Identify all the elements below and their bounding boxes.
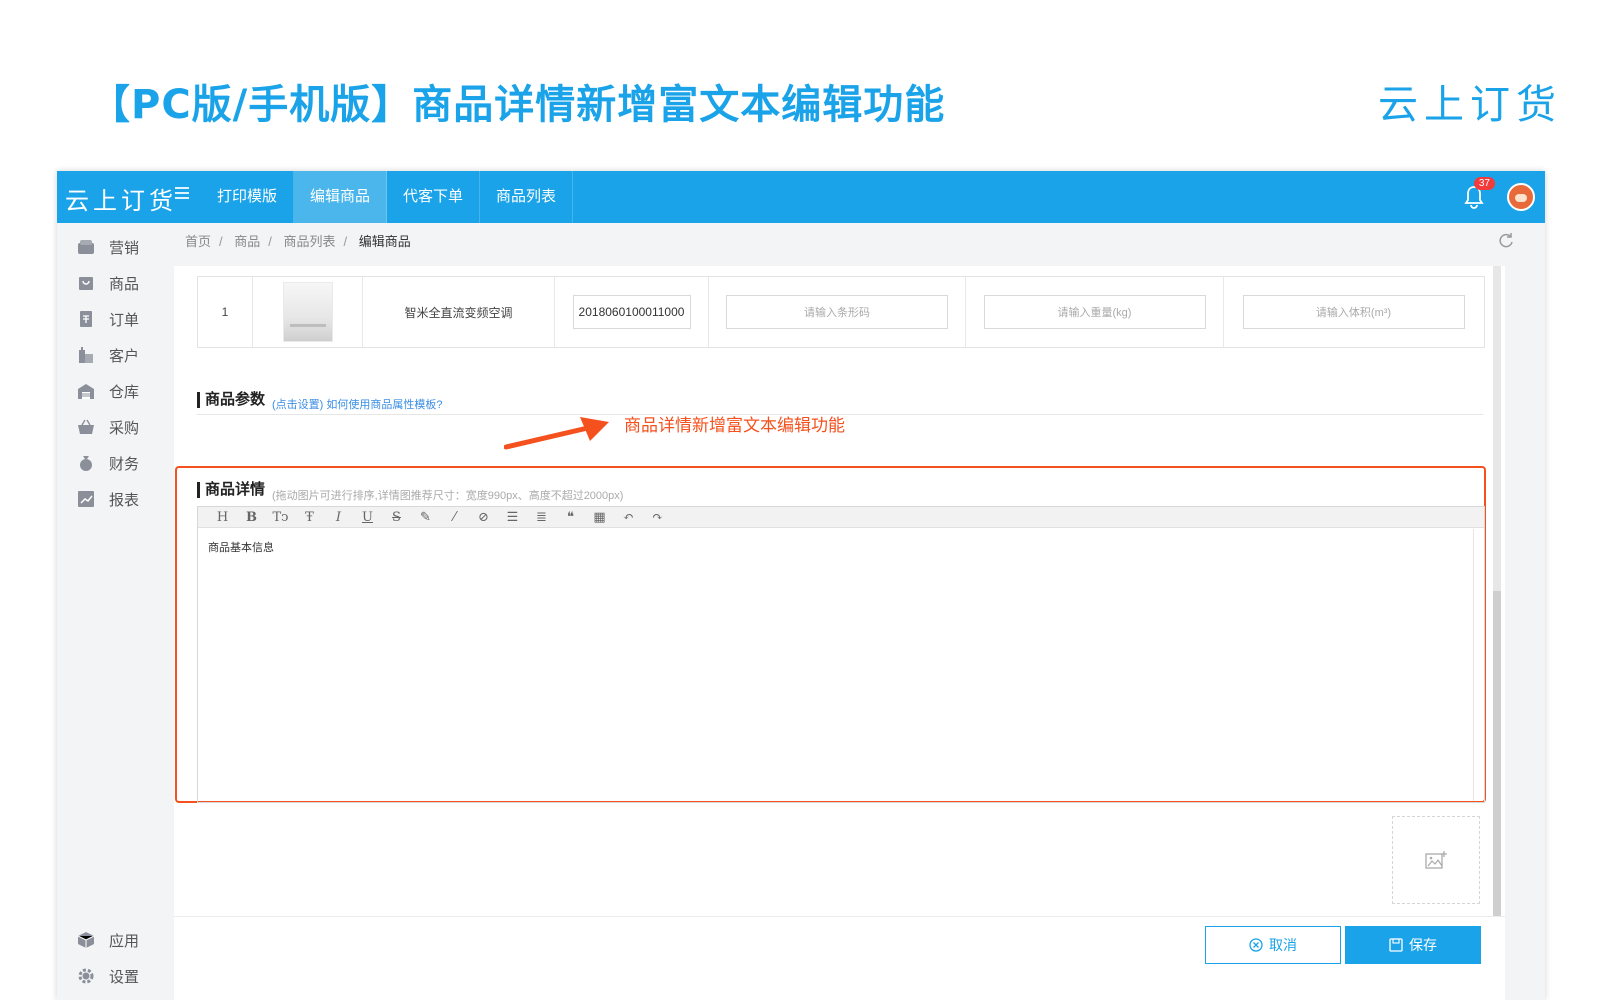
volume-cell: 请输入体积(m³) — [1224, 277, 1483, 347]
sidebar-item-apps[interactable]: 应用 — [77, 928, 139, 952]
product-code-cell: 2018060100011000 — [555, 277, 709, 347]
sidebar-item-label: 报表 — [109, 491, 140, 509]
tab-place-order[interactable]: 代客下单 — [387, 171, 481, 223]
sidebar-item-purchase[interactable]: 采购 — [77, 415, 139, 439]
sidebar-item-products[interactable]: 商品 — [77, 271, 139, 295]
sidebar-item-settings[interactable]: 设置 — [77, 964, 139, 988]
sidebar-item-customers[interactable]: 客户 — [77, 343, 139, 367]
product-thumbnail — [253, 277, 363, 347]
sidebar-item-label: 商品 — [109, 275, 140, 293]
strikethrough-button[interactable]: S — [382, 510, 411, 525]
weight-input[interactable]: 请输入重量(kg) — [983, 295, 1206, 329]
avatar[interactable] — [1507, 183, 1535, 211]
table-button[interactable]: ▦ — [585, 510, 614, 525]
cube-icon — [77, 931, 95, 949]
top-navbar: 云上订货 打印模版 编辑商品 代客下单 商品列表 37 — [57, 171, 1545, 223]
basket-icon — [77, 418, 95, 436]
bullet-list-button[interactable]: ☰ — [498, 510, 527, 525]
order-icon — [77, 310, 95, 328]
notification-badge: 37 — [1473, 177, 1495, 190]
weight-cell: 请输入重量(kg) — [966, 277, 1224, 347]
cancel-button[interactable]: 取消 — [1205, 926, 1341, 964]
font-size-button[interactable]: Tↄ — [266, 510, 295, 525]
tab-edit-product[interactable]: 编辑商品 — [294, 171, 388, 223]
tab-product-list[interactable]: 商品列表 — [480, 171, 574, 223]
volume-input[interactable]: 请输入体积(m³) — [1242, 295, 1465, 329]
details-hint: (拖动图片可进行排序,详情图推荐尺寸：宽度990px、高度不超过2000px) — [272, 490, 624, 502]
save-button[interactable]: 保存 — [1345, 926, 1481, 964]
brush-button[interactable]: ⁄ — [440, 510, 469, 525]
barcode-input[interactable]: 请输入条形码 — [726, 295, 948, 329]
underline-button[interactable]: U — [353, 510, 382, 525]
bold-button[interactable]: B — [237, 510, 266, 525]
rich-text-editor: H B Tↄ Ŧ I U S ✎ ⁄ ⊘ ☰ ≣ ❝ ▦ ↶ ↷ 商品基本信息 — [197, 506, 1485, 803]
bag-icon — [77, 274, 95, 292]
italic-button[interactable]: I — [324, 510, 353, 525]
main-content: 1 智米全直流变频空调 2018060100011000 请输入条形码 请输入重… — [174, 266, 1505, 1000]
footer-divider — [174, 916, 1505, 917]
sidebar-item-label: 财务 — [109, 455, 140, 473]
sidebar-item-label: 仓库 — [109, 383, 140, 401]
sidebar-item-label: 采购 — [109, 419, 140, 437]
link-button[interactable]: ⊘ — [469, 510, 498, 525]
sidebar-item-label: 客户 — [109, 347, 140, 365]
menu-icon[interactable] — [175, 187, 189, 199]
undo-button[interactable]: ↶ — [614, 510, 643, 525]
sidebar-item-finance[interactable]: 财务 — [77, 451, 139, 475]
breadcrumb-product-list[interactable]: 商品列表 — [284, 234, 336, 249]
barcode-cell: 请输入条形码 — [709, 277, 966, 347]
sidebar-item-orders[interactable]: 订单 — [77, 307, 139, 331]
add-image-icon — [1425, 851, 1447, 869]
moneybag-icon — [77, 454, 95, 472]
product-code-input[interactable]: 2018060100011000 — [572, 295, 691, 329]
details-title: 商品详情 — [197, 482, 265, 498]
align-button[interactable]: ≣ — [527, 510, 556, 525]
save-icon — [1389, 938, 1403, 952]
cancel-label: 取消 — [1269, 937, 1297, 953]
tab-bar: 打印模版 编辑商品 代客下单 商品列表 — [201, 171, 574, 223]
redo-button[interactable]: ↷ — [643, 510, 672, 525]
brand-logo: 云上订货 — [1378, 82, 1562, 128]
breadcrumb-current: 编辑商品 — [358, 234, 411, 249]
sidebar-item-warehouse[interactable]: 仓库 — [77, 379, 139, 403]
params-title: 商品参数 — [197, 392, 265, 408]
app-logo[interactable]: 云上订货 — [65, 181, 177, 216]
tab-print-template[interactable]: 打印模版 — [201, 171, 295, 223]
chart-icon — [77, 490, 95, 508]
sku-index: 1 — [198, 277, 253, 347]
sidebar-item-label: 订单 — [109, 311, 140, 329]
sidebar-item-label: 设置 — [109, 968, 140, 986]
breadcrumb: 首页 / 商品 / 商品列表 / 编辑商品 — [185, 234, 411, 249]
table-row: 1 智米全直流变频空调 2018060100011000 请输入条形码 请输入重… — [197, 276, 1485, 348]
highlight-pen-button[interactable]: ✎ — [411, 510, 440, 525]
editor-scrollbar[interactable] — [1473, 529, 1474, 801]
store-icon — [77, 238, 95, 256]
cancel-icon — [1249, 938, 1263, 952]
refresh-icon[interactable] — [1497, 231, 1515, 249]
sidebar-item-label: 应用 — [109, 932, 140, 950]
image-upload-button[interactable] — [1392, 816, 1480, 904]
breadcrumb-home[interactable]: 首页 — [185, 234, 211, 249]
editor-body-text[interactable]: 商品基本信息 — [208, 539, 274, 555]
params-help-link[interactable]: (点击设置) 如何使用商品属性模板? — [272, 396, 443, 412]
warehouse-icon — [77, 382, 95, 400]
clear-format-button[interactable]: Ŧ — [295, 510, 324, 525]
editor-toolbar: H B Tↄ Ŧ I U S ✎ ⁄ ⊘ ☰ ≣ ❝ ▦ ↶ ↷ — [198, 507, 1484, 528]
annotation-label: 商品详情新增富文本编辑功能 — [624, 416, 845, 435]
sidebar-item-marketing[interactable]: 营销 — [77, 235, 139, 259]
annotation-arrow — [504, 417, 609, 450]
page-scrollbar[interactable] — [1493, 266, 1501, 916]
slide-title: 【PC版/手机版】商品详情新增富文本编辑功能 — [90, 82, 946, 128]
save-label: 保存 — [1409, 937, 1437, 953]
app-window: 云上订货 打印模版 编辑商品 代客下单 商品列表 37 营销 商品 订单 客户 … — [57, 171, 1545, 1000]
sidebar-item-label: 营销 — [109, 239, 140, 257]
sidebar-item-reports[interactable]: 报表 — [77, 487, 139, 511]
gear-icon — [77, 967, 95, 985]
product-name: 智米全直流变频空调 — [363, 277, 555, 347]
sidebar: 营销 商品 订单 客户 仓库 采购 财务 报表 应用 设置 — [57, 223, 164, 1000]
breadcrumb-products[interactable]: 商品 — [234, 234, 260, 249]
quote-button[interactable]: ❝ — [556, 510, 585, 525]
building-icon — [77, 346, 95, 364]
heading-button[interactable]: H — [208, 510, 237, 525]
